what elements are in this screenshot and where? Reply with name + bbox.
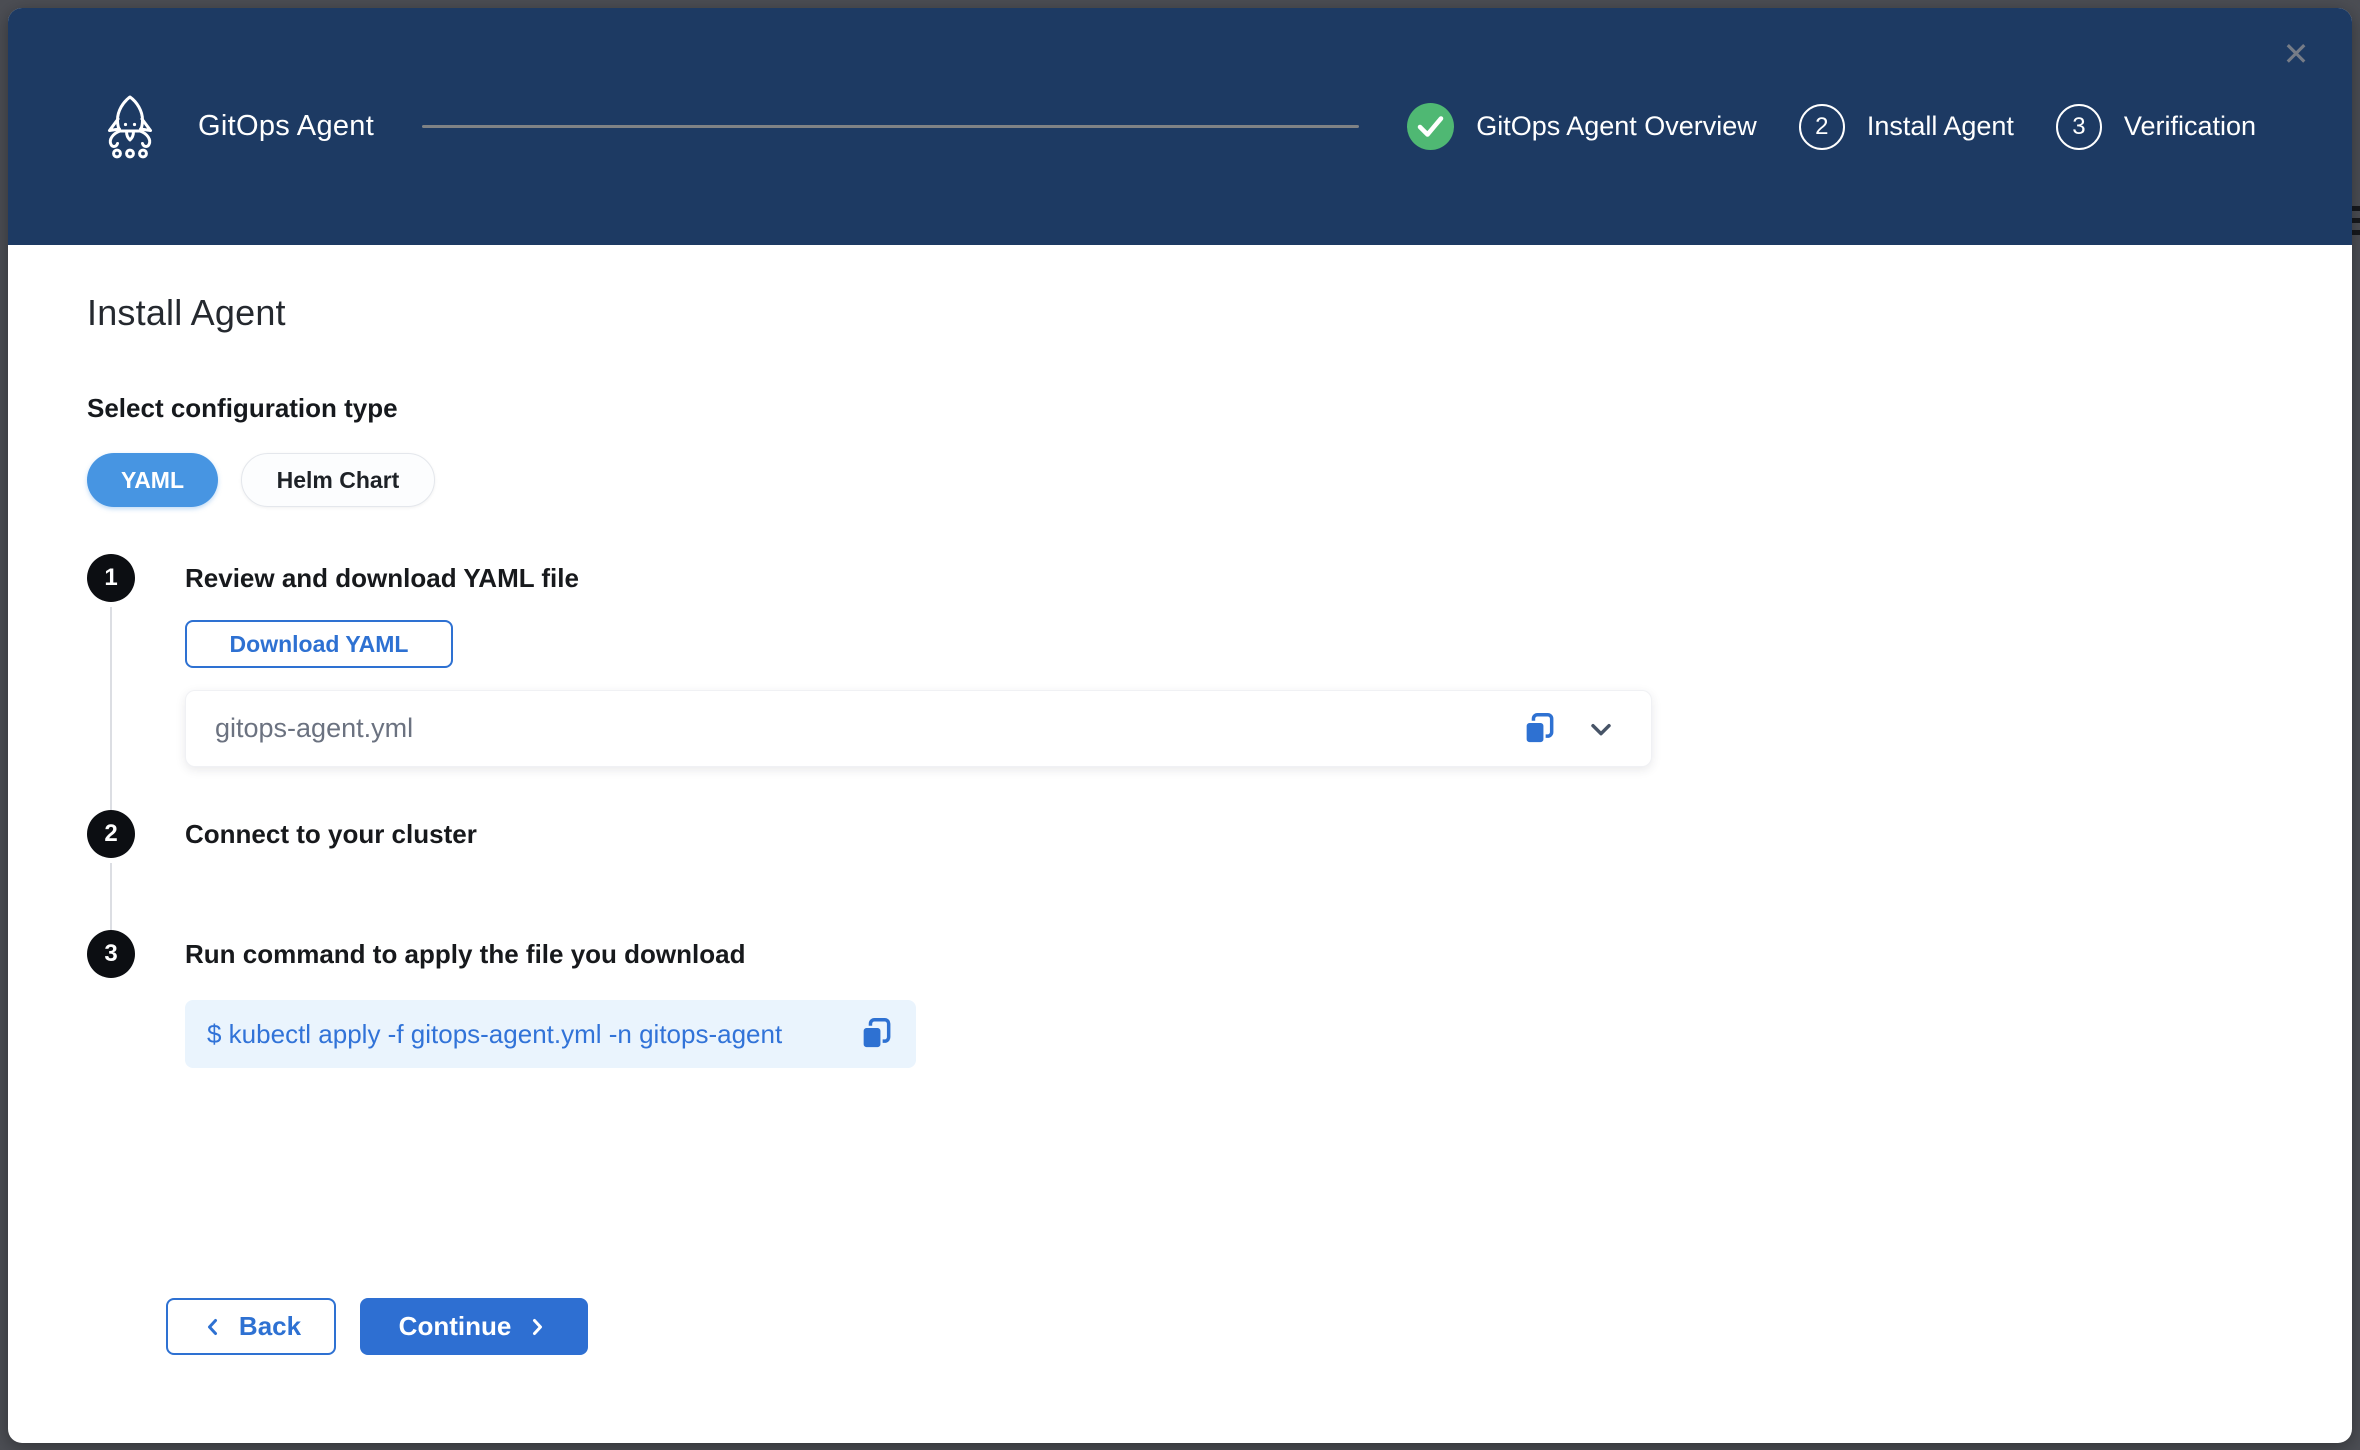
- step-connector-line: [110, 863, 112, 930]
- config-type-toggle: YAML Helm Chart: [87, 453, 2352, 507]
- back-button-label: Back: [239, 1311, 301, 1342]
- step-title: Connect to your cluster: [185, 810, 2352, 858]
- copy-yaml-icon[interactable]: [1517, 707, 1561, 751]
- expand-yaml-chevron-down-icon[interactable]: [1579, 707, 1623, 751]
- kubectl-command-text: $ kubectl apply -f gitops-agent.yml -n g…: [207, 1019, 854, 1050]
- step-number-circle: 3: [87, 930, 135, 978]
- gitops-agent-wizard-dialog: GitOps Agent GitOps Agent Overview 2 Ins…: [8, 8, 2352, 1443]
- config-option-helm-chart[interactable]: Helm Chart: [241, 453, 435, 507]
- background-page-menu-lines: [2352, 206, 2360, 242]
- page-title: Install Agent: [87, 292, 2352, 334]
- wizard-header: GitOps Agent GitOps Agent Overview 2 Ins…: [8, 8, 2352, 245]
- continue-button-label: Continue: [399, 1311, 512, 1342]
- gitops-agent-squid-logo-icon: [100, 94, 160, 160]
- kubectl-command-block: $ kubectl apply -f gitops-agent.yml -n g…: [185, 1000, 916, 1068]
- continue-button[interactable]: Continue: [360, 1298, 588, 1355]
- step-number-badge: 2: [1799, 104, 1845, 150]
- chevron-left-icon: [201, 1315, 225, 1339]
- config-option-yaml[interactable]: YAML: [87, 453, 218, 507]
- header-divider-line: [422, 125, 1359, 128]
- step-complete-check-icon: [1407, 103, 1454, 150]
- step-rail: 3: [87, 930, 135, 1068]
- step-number-circle: 2: [87, 810, 135, 858]
- wizard-step-install-agent[interactable]: 2 Install Agent: [1799, 104, 2014, 150]
- yaml-file-accordion-row[interactable]: gitops-agent.yml: [185, 690, 1652, 767]
- wizard-title: GitOps Agent: [198, 110, 374, 143]
- close-icon[interactable]: ✕: [2274, 32, 2318, 76]
- page-background: { "header": { "title": "GitOps Agent", "…: [0, 0, 2360, 1450]
- install-steps-list: 1 Review and download YAML file Download…: [87, 554, 2352, 1068]
- back-button[interactable]: Back: [166, 1298, 336, 1355]
- install-step-3: 3 Run command to apply the file you down…: [87, 930, 2352, 1068]
- config-type-label: Select configuration type: [87, 393, 2352, 424]
- step-number-circle: 1: [87, 554, 135, 602]
- install-step-2: 2 Connect to your cluster: [87, 810, 2352, 930]
- copy-command-icon[interactable]: [854, 1012, 898, 1056]
- dialog-content: Install Agent Select configuration type …: [8, 245, 2352, 1355]
- wizard-step-label: GitOps Agent Overview: [1476, 111, 1757, 142]
- wizard-step-label: Install Agent: [1867, 111, 2014, 142]
- step-number-badge: 3: [2056, 104, 2102, 150]
- chevron-right-icon: [525, 1315, 549, 1339]
- step-title: Run command to apply the file you downlo…: [185, 930, 2352, 978]
- wizard-footer: Back Continue: [166, 1298, 2352, 1355]
- wizard-step-verification[interactable]: 3 Verification: [2056, 104, 2256, 150]
- install-step-1: 1 Review and download YAML file Download…: [87, 554, 2352, 810]
- wizard-step-label: Verification: [2124, 111, 2256, 142]
- wizard-progress-steps: GitOps Agent Overview 2 Install Agent 3 …: [1407, 103, 2256, 150]
- step-title: Review and download YAML file: [185, 554, 2352, 602]
- wizard-step-overview[interactable]: GitOps Agent Overview: [1407, 103, 1757, 150]
- step-rail: 2: [87, 810, 135, 930]
- step-connector-line: [110, 607, 112, 810]
- yaml-file-name: gitops-agent.yml: [215, 713, 1517, 744]
- step-rail: 1: [87, 554, 135, 810]
- download-yaml-button[interactable]: Download YAML: [185, 620, 453, 668]
